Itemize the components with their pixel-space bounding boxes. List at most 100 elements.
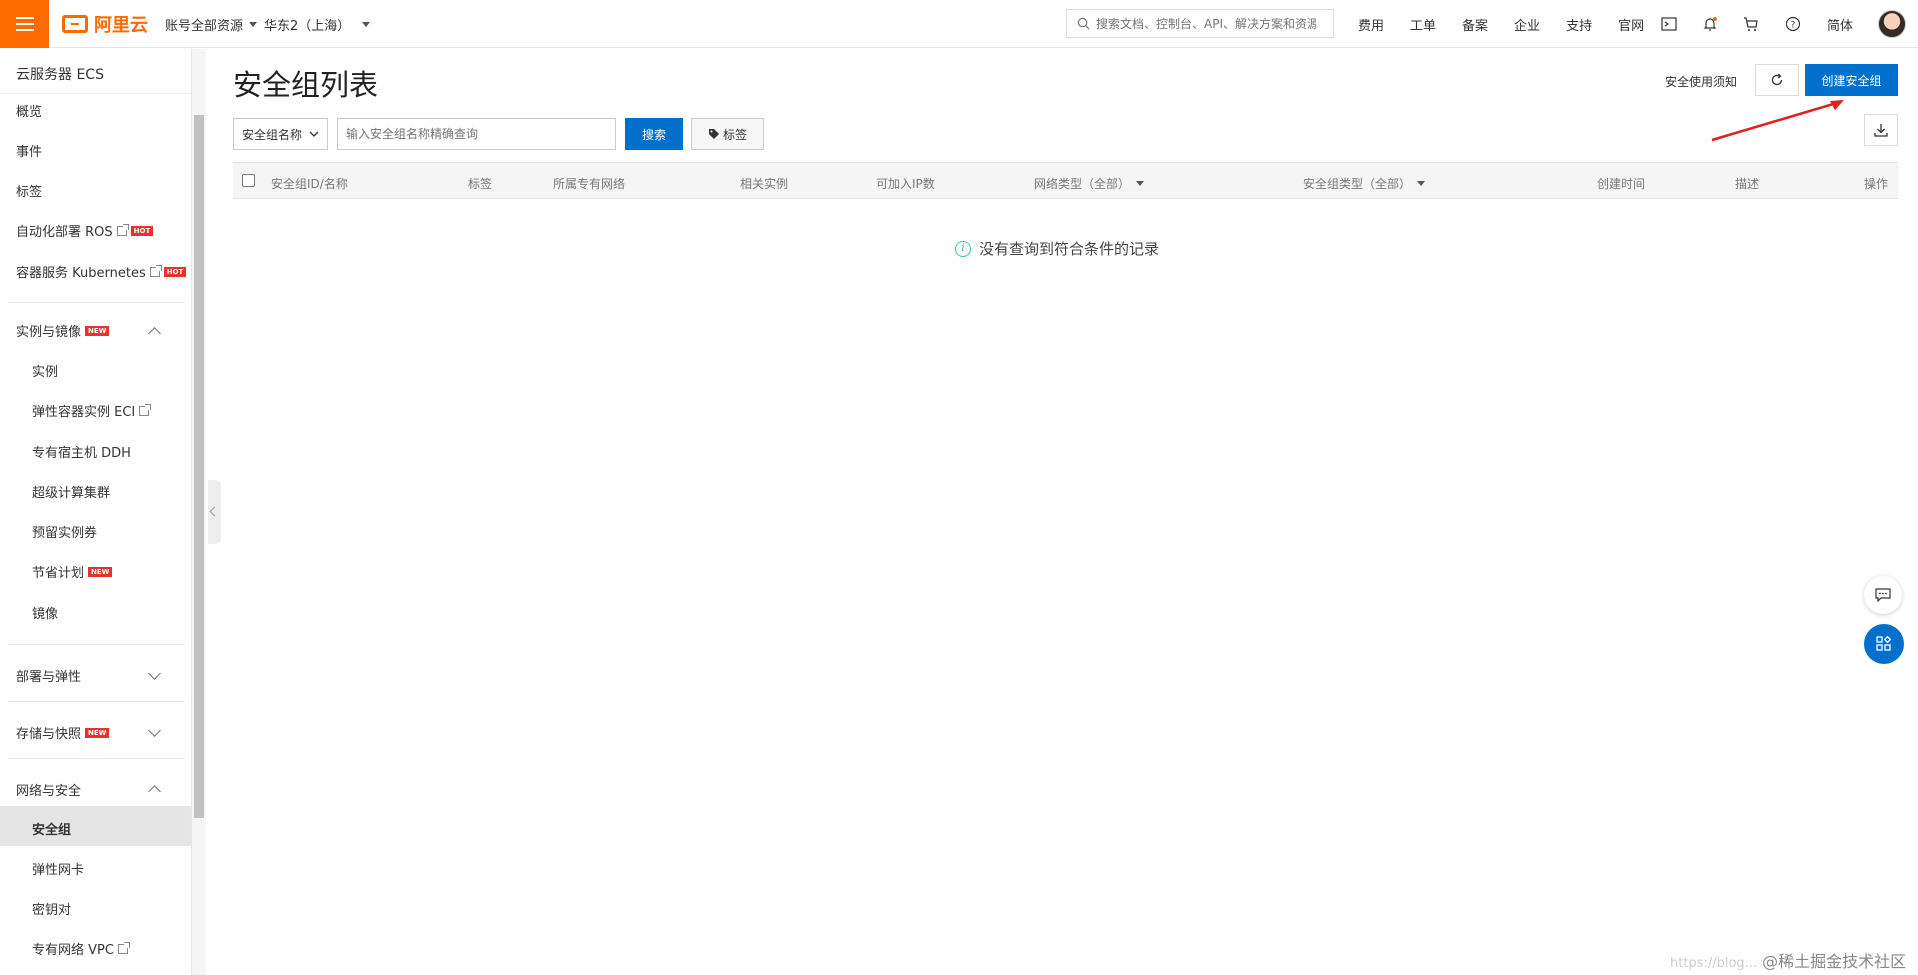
new-badge: NEW: [85, 727, 110, 738]
sidebar: 云服务器 ECS 概览 事件 标签 自动化部署 ROS HOT 容器服务 Kub…: [0, 49, 192, 975]
region-label: 华东2（上海）: [264, 19, 351, 34]
sidebar-item-ros[interactable]: 自动化部署 ROS HOT: [16, 221, 154, 240]
account-scope-label: 账号全部资源: [165, 19, 244, 34]
account-scope-dropdown[interactable]: 账号全部资源: [165, 15, 258, 34]
column-header: 描述: [1735, 177, 1760, 191]
column-header: 相关实例: [740, 177, 789, 191]
chat-icon: [1875, 588, 1891, 602]
sidebar-divider: [8, 302, 185, 303]
column-header: 安全组ID/名称: [271, 177, 348, 191]
chevron-down-icon[interactable]: [148, 724, 161, 737]
svg-text:?: ?: [1791, 21, 1796, 31]
menu-icon[interactable]: [0, 0, 49, 48]
table-header: 安全组ID/名称 标签 所属专有网络 相关实例 可加入IP数 网络类型（全部） …: [233, 162, 1898, 199]
aliyun-logo[interactable]: 阿里云: [62, 11, 148, 37]
sidebar-item-label: 镜像: [32, 607, 59, 622]
sidebar-item-label: 容器服务 Kubernetes: [16, 266, 146, 281]
download-button[interactable]: [1864, 114, 1898, 146]
sidebar-item-label: 实例: [32, 365, 59, 380]
external-link-icon: [149, 264, 162, 277]
chat-float-button[interactable]: [1864, 576, 1902, 614]
watermark-url: https://blog...: [1670, 956, 1758, 971]
sidebar-item-ddh[interactable]: 专有宿主机 DDH: [32, 442, 131, 461]
chevron-up-icon[interactable]: [148, 327, 161, 340]
caret-down-icon: [1136, 181, 1145, 186]
sidebar-title: 云服务器 ECS: [16, 67, 104, 83]
refresh-icon: [1771, 73, 1783, 86]
sidebar-item-tags[interactable]: 标签: [16, 181, 42, 200]
sidebar-group-label: 实例与镜像: [16, 325, 82, 340]
sidebar-item-instances[interactable]: 实例: [32, 361, 58, 380]
sidebar-group-instances-images[interactable]: 实例与镜像 NEW: [16, 321, 110, 340]
sidebar-item-events[interactable]: 事件: [16, 141, 42, 160]
language-label: 简体: [1827, 19, 1854, 34]
network-type-filter[interactable]: 网络类型（全部）: [1034, 175, 1145, 192]
filter-field-label: 安全组名称: [242, 127, 303, 142]
sidebar-divider: [8, 701, 185, 702]
hot-badge: HOT: [163, 266, 187, 277]
sidebar-item-reserved[interactable]: 预留实例券: [32, 522, 97, 541]
sidebar-group-label: 网络与安全: [16, 784, 82, 799]
help-icon[interactable]: ?: [1784, 15, 1802, 33]
watermark-text: @稀土掘金技术社区: [1762, 952, 1907, 971]
apps-float-button[interactable]: [1864, 624, 1904, 664]
sidebar-item-label: 密钥对: [32, 903, 72, 918]
refresh-button[interactable]: [1755, 64, 1799, 96]
caret-down-icon: [1417, 181, 1426, 186]
column-header: 可加入IP数: [876, 177, 935, 191]
select-all-checkbox[interactable]: [242, 174, 255, 187]
top-link-billing[interactable]: 费用: [1358, 15, 1384, 34]
sidebar-item-keypair[interactable]: 密钥对: [32, 899, 71, 918]
top-links: 费用 工单 备案 企业 支持 官网: [1358, 0, 1670, 48]
sidebar-scrollbar-thumb[interactable]: [194, 115, 204, 818]
search-button[interactable]: 搜索: [625, 118, 683, 150]
chevron-up-icon[interactable]: [148, 785, 161, 798]
sidebar-group-network-security[interactable]: 网络与安全: [16, 780, 81, 799]
sidebar-collapse-handle[interactable]: [208, 480, 221, 544]
cart-icon[interactable]: [1742, 15, 1760, 33]
download-icon: [1874, 124, 1888, 137]
sidebar-group-label: 部署与弹性: [16, 670, 82, 685]
sidebar-item-label: 弹性容器实例 ECI: [32, 405, 136, 420]
hot-badge: HOT: [130, 225, 154, 236]
language-switch[interactable]: 简体: [1827, 15, 1853, 34]
terminal-icon[interactable]: [1660, 15, 1678, 33]
top-link-enterprise[interactable]: 企业: [1514, 15, 1540, 34]
filter-field-select[interactable]: 安全组名称: [233, 118, 328, 150]
sidebar-item-label: 弹性网卡: [32, 863, 85, 878]
notification-bell-icon[interactable]: [1701, 15, 1719, 33]
chevron-down-icon[interactable]: [148, 667, 161, 680]
chevron-down-icon: [309, 131, 319, 137]
sidebar-item-security-group[interactable]: 安全组: [32, 819, 71, 838]
top-link-icp[interactable]: 备案: [1462, 15, 1488, 34]
column-header: 网络类型（全部）: [1034, 177, 1131, 191]
sidebar-item-overview[interactable]: 概览: [16, 101, 42, 120]
sidebar-item-label: 标签: [16, 185, 43, 200]
top-link-official-site[interactable]: 官网: [1618, 15, 1644, 34]
sidebar-group-storage-snapshot[interactable]: 存储与快照 NEW: [16, 723, 110, 742]
annotation-arrow-icon: [1711, 100, 1844, 142]
page-title: 安全组列表: [233, 68, 379, 102]
sidebar-item-savings-plan[interactable]: 节省计划 NEW: [32, 562, 113, 581]
sidebar-item-images[interactable]: 镜像: [32, 603, 58, 622]
tag-filter-button[interactable]: 标签: [691, 118, 764, 150]
security-notice-link[interactable]: 安全使用须知: [1665, 73, 1737, 90]
security-group-type-filter[interactable]: 安全组类型（全部）: [1303, 175, 1426, 192]
user-avatar[interactable]: [1878, 10, 1906, 38]
sidebar-group-deploy-elastic[interactable]: 部署与弹性: [16, 666, 81, 685]
sidebar-item-kubernetes[interactable]: 容器服务 Kubernetes HOT: [16, 262, 187, 281]
top-link-ticket[interactable]: 工单: [1410, 15, 1436, 34]
info-icon: i: [955, 240, 971, 257]
sidebar-item-vpc[interactable]: 专有网络 VPC: [32, 939, 130, 958]
create-security-group-button[interactable]: 创建安全组: [1805, 64, 1898, 96]
sidebar-item-eni[interactable]: 弹性网卡: [32, 859, 84, 878]
sidebar-item-eci[interactable]: 弹性容器实例 ECI: [32, 401, 152, 420]
caret-down-icon: [362, 22, 371, 27]
global-search-input[interactable]: [1096, 16, 1316, 31]
region-dropdown[interactable]: 华东2（上海）: [264, 15, 371, 34]
external-link-icon: [139, 403, 152, 416]
security-group-search-input[interactable]: [337, 118, 616, 150]
global-search[interactable]: [1066, 9, 1334, 38]
sidebar-item-super-computing[interactable]: 超级计算集群: [32, 482, 110, 501]
top-link-support[interactable]: 支持: [1566, 15, 1592, 34]
